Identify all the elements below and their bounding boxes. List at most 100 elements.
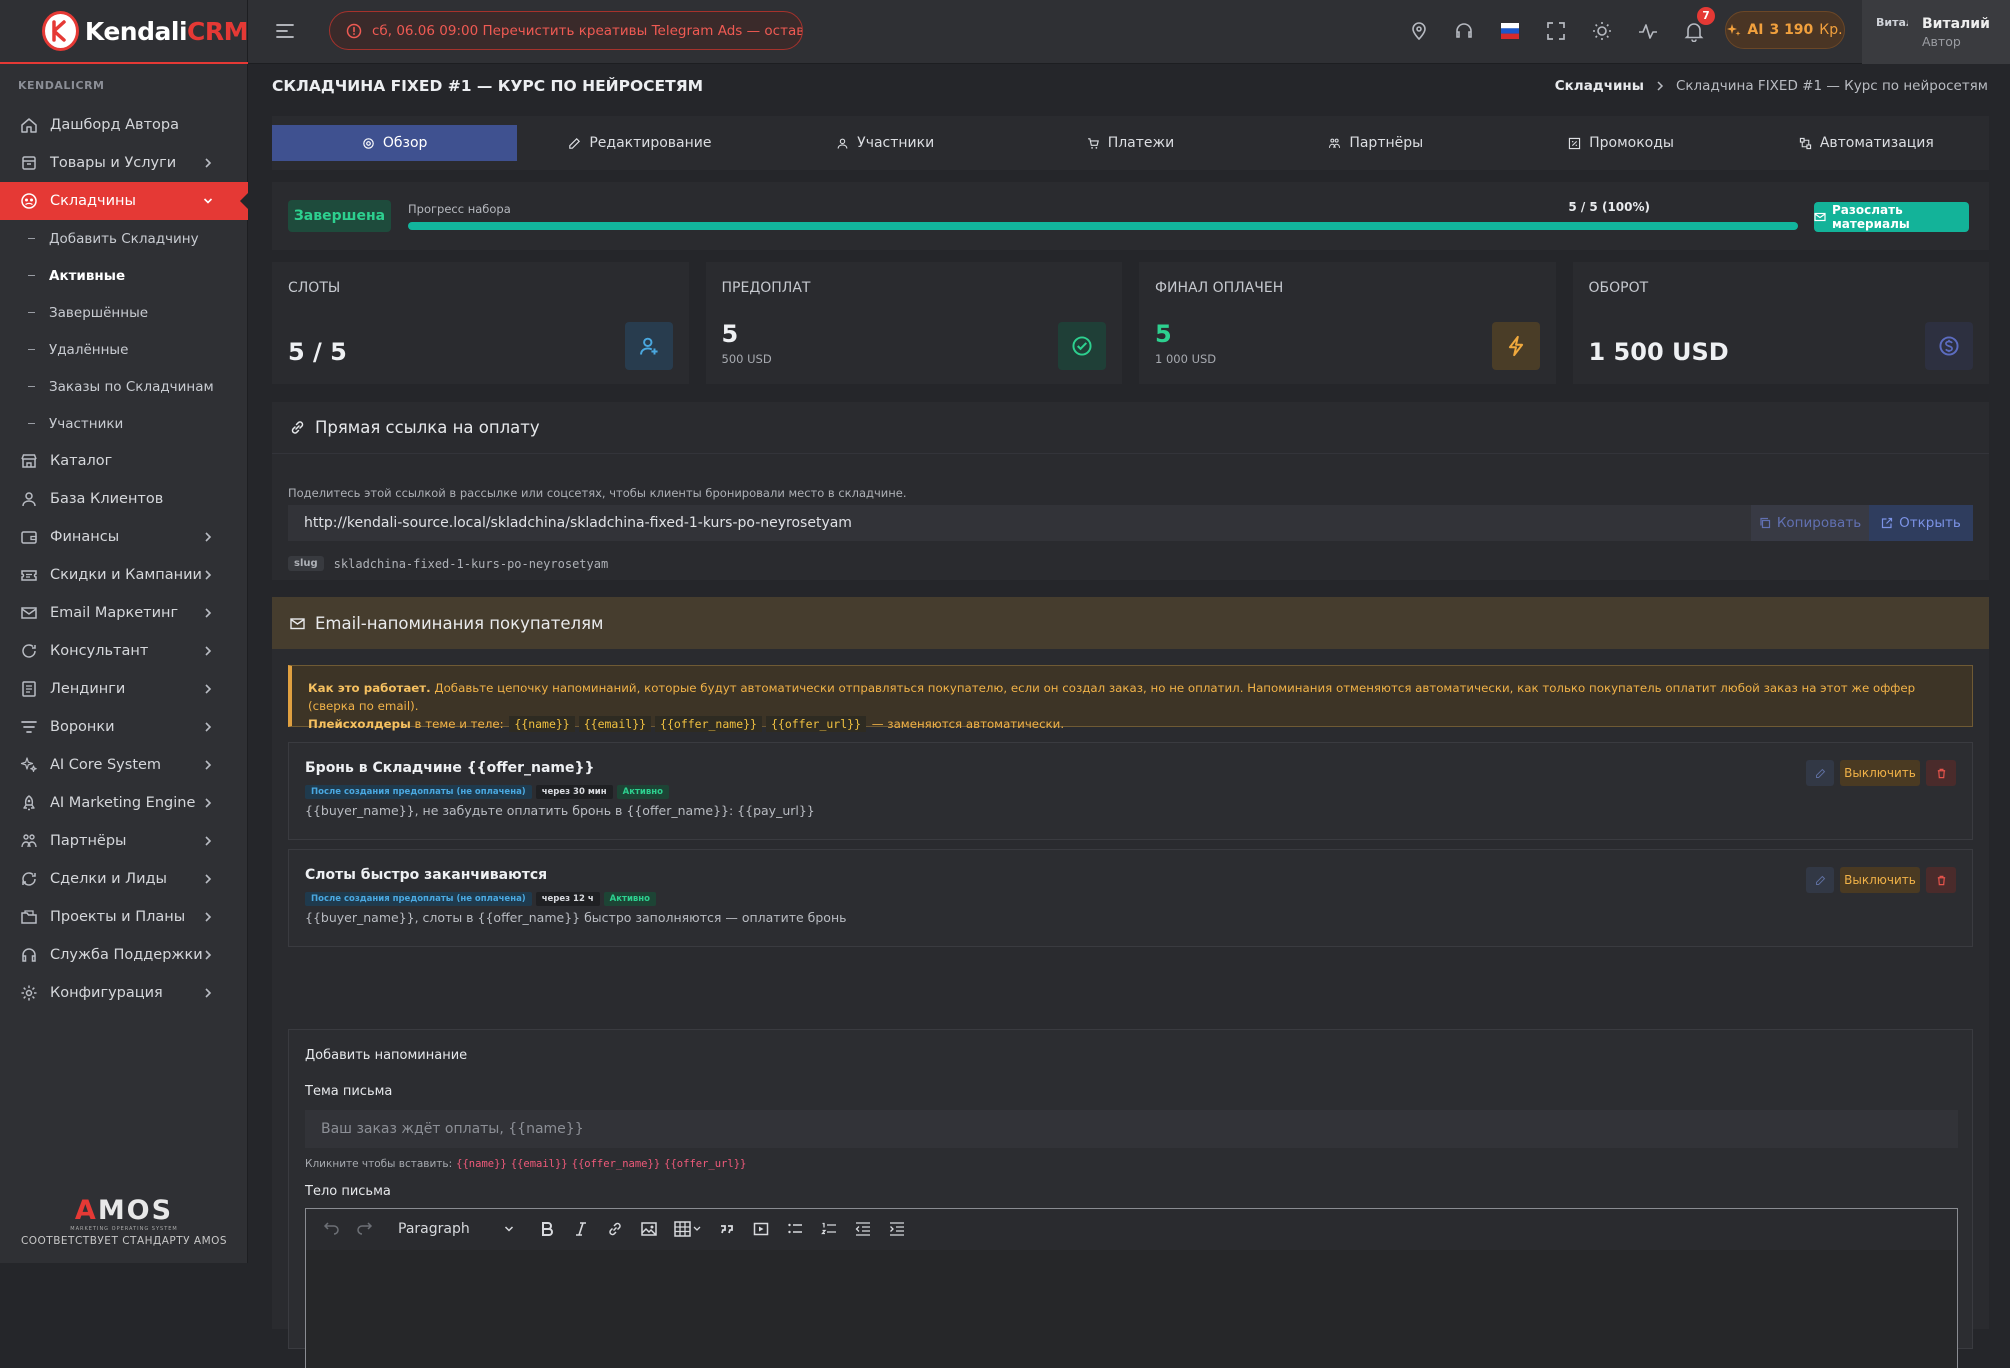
open-link-label: Открыть bbox=[1899, 515, 1961, 531]
alert-text: Добавьте цепочку напоминаний, которые бу… bbox=[308, 681, 1916, 713]
user-avatar: Виталий bbox=[1876, 16, 1908, 29]
sidebar-item-project[interactable]: Проекты и Планы bbox=[0, 898, 248, 936]
sidebar-item-rocket[interactable]: AI Marketing Engine bbox=[0, 784, 248, 822]
subject-input[interactable]: Ваш заказ ждёт оплаты, {{name}} bbox=[305, 1110, 1958, 1148]
italic-icon[interactable] bbox=[566, 1214, 596, 1244]
delete-reminder-button[interactable] bbox=[1926, 760, 1956, 786]
insert-placeholder-chip[interactable]: {{name}} bbox=[456, 1158, 507, 1170]
editor-content-area[interactable] bbox=[306, 1250, 1957, 1368]
undo-icon[interactable] bbox=[316, 1214, 346, 1244]
sidebar-item-headset[interactable]: Служба Поддержки bbox=[0, 936, 248, 974]
payment-url-value[interactable]: http://kendali-source.local/skladchina/s… bbox=[288, 515, 1751, 531]
check-circle-icon bbox=[1058, 322, 1106, 370]
reminder-notice[interactable]: сб, 06.06 09:00 Перечистить креативы Tel… bbox=[329, 11, 803, 50]
user-menu[interactable]: Виталий Виталий Автор bbox=[1862, 0, 2010, 64]
ticket-icon bbox=[20, 566, 38, 584]
wallet-icon bbox=[20, 528, 38, 546]
outdent-icon[interactable] bbox=[848, 1214, 878, 1244]
sidebar-item-ticket[interactable]: Скидки и Кампании bbox=[0, 556, 248, 594]
tab-eye[interactable]: Обзор bbox=[272, 125, 518, 161]
numbered-list-icon[interactable] bbox=[814, 1214, 844, 1244]
reminder-card: Бронь в Складчине {{offer_name}} После со… bbox=[288, 742, 1973, 840]
redo-icon[interactable] bbox=[350, 1214, 380, 1244]
tab-automation[interactable]: Автоматизация bbox=[1744, 125, 1989, 161]
media-embed-icon[interactable] bbox=[746, 1214, 776, 1244]
bold-icon[interactable] bbox=[532, 1214, 562, 1244]
bolt-icon bbox=[1491, 322, 1540, 370]
location-pin-icon[interactable] bbox=[1408, 20, 1430, 42]
language-flag-ru-icon[interactable] bbox=[1499, 20, 1521, 42]
chevron-right-icon bbox=[202, 156, 214, 170]
activity-icon[interactable] bbox=[1637, 20, 1659, 42]
insert-placeholder-chip[interactable]: {{email}} bbox=[511, 1158, 568, 1170]
stat-value: 1 500 USD bbox=[1588, 338, 1729, 366]
ai-credits-button[interactable]: AI 3 190 Кр. bbox=[1725, 11, 1845, 49]
support-headset-icon[interactable] bbox=[1453, 20, 1475, 42]
sidebar-subitem[interactable]: Удалённые bbox=[0, 331, 248, 368]
brand-logo[interactable]: KendaliCRM bbox=[0, 0, 248, 64]
sidebar-item-partners[interactable]: Партнёры bbox=[0, 822, 248, 860]
send-materials-button[interactable]: Разослать материалы bbox=[1814, 202, 1969, 232]
amos-standard-text: СООТВЕТСТВУЕТ СТАНДАРТУ AMOS bbox=[20, 1235, 228, 1247]
sidebar-item-gear[interactable]: Конфигурация bbox=[0, 974, 248, 1012]
paragraph-format-select[interactable]: Paragraph bbox=[390, 1214, 522, 1244]
tab-percent[interactable]: Промокоды bbox=[1498, 125, 1743, 161]
insert-placeholder-chip[interactable]: {{offer_name}} bbox=[572, 1158, 661, 1170]
progress-value: 5 / 5 (100%) bbox=[1568, 200, 1650, 214]
blockquote-icon[interactable] bbox=[712, 1214, 742, 1244]
theme-sun-icon[interactable] bbox=[1591, 20, 1613, 42]
open-link-button[interactable]: Открыть bbox=[1869, 505, 1973, 541]
bulleted-list-icon[interactable] bbox=[780, 1214, 810, 1244]
sidebar-subitem[interactable]: Заказы по Складчинам bbox=[0, 368, 248, 405]
breadcrumb-link[interactable]: Складчины bbox=[1555, 78, 1644, 94]
sidebar-item-page[interactable]: Лендинги bbox=[0, 670, 248, 708]
subject-label: Тема письма bbox=[305, 1084, 393, 1099]
fullscreen-icon[interactable] bbox=[1545, 20, 1567, 42]
copy-link-button[interactable]: Копировать bbox=[1751, 505, 1869, 541]
store-icon bbox=[20, 452, 38, 470]
sidebar-item-mail[interactable]: Email Маркетинг bbox=[0, 594, 248, 632]
sidebar-item-wallet[interactable]: Финансы bbox=[0, 518, 248, 556]
sidebar-item-store[interactable]: Каталог bbox=[0, 442, 248, 480]
users-circle-icon bbox=[20, 192, 38, 210]
sidebar-item-box[interactable]: Товары и Услуги bbox=[0, 144, 248, 182]
sidebar-item-user[interactable]: База Клиентов bbox=[0, 480, 248, 518]
sidebar-subitem[interactable]: Завершённые bbox=[0, 294, 248, 331]
sidebar-item-users-circle[interactable]: Складчины bbox=[0, 182, 249, 220]
menu-toggle-icon[interactable] bbox=[274, 20, 296, 42]
reminder-actions: Выключить bbox=[1806, 760, 1956, 786]
tab-cart[interactable]: Платежи bbox=[1008, 125, 1253, 161]
sidebar-subitem[interactable]: Участники bbox=[0, 405, 248, 442]
sidebar-item-filter[interactable]: Воронки bbox=[0, 708, 248, 746]
tab-pencil[interactable]: Редактирование bbox=[517, 125, 762, 161]
edit-reminder-button[interactable] bbox=[1806, 867, 1834, 893]
indent-icon[interactable] bbox=[882, 1214, 912, 1244]
rocket-icon bbox=[20, 794, 38, 812]
payment-url-field[interactable]: http://kendali-source.local/skladchina/s… bbox=[288, 505, 1973, 541]
delete-reminder-button[interactable] bbox=[1926, 867, 1956, 893]
stat-value: 5 bbox=[721, 320, 739, 348]
tab-user[interactable]: Участники bbox=[763, 125, 1008, 161]
add-reminder-form: Добавить напоминание Тема письма Ваш зак… bbox=[288, 1029, 1973, 1368]
sidebar-subitem[interactable]: Активные bbox=[0, 257, 248, 294]
image-upload-icon[interactable] bbox=[634, 1214, 664, 1244]
stat-card: Предоплат 5 500 USD bbox=[705, 262, 1122, 384]
reminder-tags: После создания предоплаты (не оплачена) ч… bbox=[305, 892, 656, 906]
sidebar-item-consultant[interactable]: Консультант bbox=[0, 632, 248, 670]
logo-mark-icon bbox=[42, 11, 79, 51]
disable-reminder-button[interactable]: Выключить bbox=[1840, 867, 1920, 893]
link-icon[interactable] bbox=[600, 1214, 630, 1244]
disable-reminder-button[interactable]: Выключить bbox=[1840, 760, 1920, 786]
edit-reminder-button[interactable] bbox=[1806, 760, 1834, 786]
reminder-card: Слоты быстро заканчиваются После создания… bbox=[288, 849, 1973, 947]
sidebar-item-deal[interactable]: Сделки и Лиды bbox=[0, 860, 248, 898]
insert-placeholder-chip[interactable]: {{offer_url}} bbox=[664, 1158, 746, 1170]
sidebar-subitem[interactable]: Добавить Складчину bbox=[0, 220, 248, 257]
email-reminders-title: Email-напоминания покупателям bbox=[315, 613, 604, 633]
tab-partners[interactable]: Партнёры bbox=[1253, 125, 1498, 161]
sidebar-item-sparkle[interactable]: AI Core System bbox=[0, 746, 248, 784]
table-icon[interactable] bbox=[668, 1214, 708, 1244]
reminder-tags: После создания предоплаты (не оплачена) ч… bbox=[305, 785, 669, 799]
sidebar-item-home[interactable]: Дашборд Автора bbox=[0, 106, 248, 144]
notification-count-badge: 7 bbox=[1697, 7, 1715, 25]
